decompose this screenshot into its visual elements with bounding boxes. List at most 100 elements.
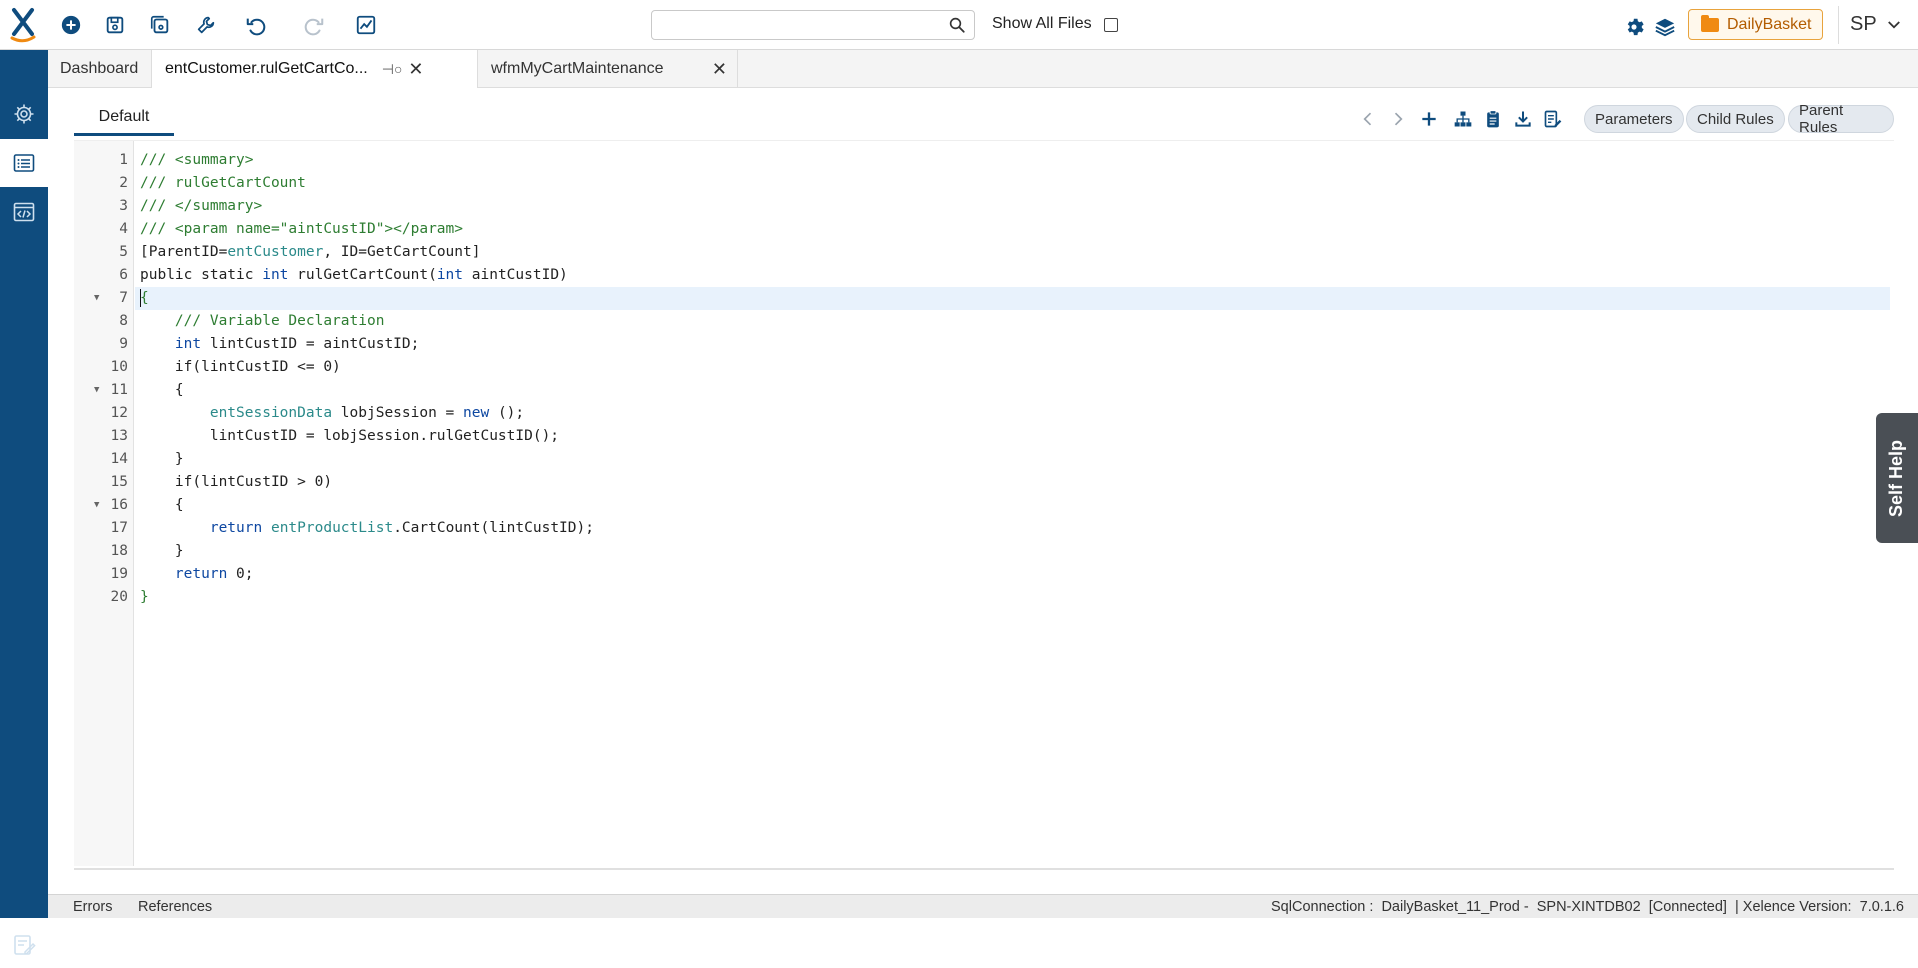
child-rules-button[interactable]: Child Rules [1686,105,1785,133]
code-editor[interactable]: 1 2 3 4 5 6 7 ▼ 8 9 10 11 ▼ 12 13 14 15 16 ▼ 17 18 19 20 /// <… [74,140,1894,866]
line-number: 6 [119,267,128,283]
tab-label: entCustomer.rulGetCartCo... [165,60,368,77]
sidebar-explorer[interactable] [0,139,48,187]
chevron-down-icon [1887,20,1900,29]
search-icon[interactable] [948,16,966,34]
line-number-gutter: 1 2 3 4 5 6 7 ▼ 8 9 10 11 ▼ 12 13 14 15 16 ▼ 17 18 19 20 [74,141,134,866]
code-line: if(lintCustID > 0) [140,474,333,490]
parameters-button[interactable]: Parameters [1584,105,1684,133]
line-number: 1 [119,152,128,168]
code-line: /// </summary> [140,198,263,214]
undo-icon[interactable] [242,11,270,39]
code-line: return entProductList.CartCount(lintCust… [209,520,594,536]
text-cursor [140,289,141,307]
line-number: 17 [110,520,128,536]
line-number: 13 [110,428,128,444]
save-icon[interactable] [101,11,129,39]
hierarchy-icon[interactable] [1452,108,1474,130]
errors-tab[interactable]: Errors [73,899,112,915]
left-sidebar [0,50,48,955]
tab-wfm-mycart[interactable]: wfmMyCartMaintenance ✕ [478,50,738,88]
save-all-icon[interactable] [146,11,174,39]
line-number: 12 [110,405,128,421]
code-line: { [140,497,184,513]
line-number: 15 [110,474,128,490]
references-tab[interactable]: References [138,899,212,915]
sidebar-code[interactable] [0,188,48,236]
line-number: 20 [110,589,128,605]
clipboard-icon[interactable] [1482,108,1504,130]
tab-label: Dashboard [60,60,139,77]
edit-notes-icon [14,935,36,955]
list-panel-icon [13,154,35,172]
line-number: 5 [119,244,128,260]
close-icon[interactable]: ✕ [408,59,423,80]
folder-icon [1701,14,1719,32]
download-icon[interactable] [1512,108,1534,130]
line-number: 4 [119,221,128,237]
close-icon[interactable]: ✕ [712,59,727,80]
document-tabs: Dashboard entCustomer.rulGetCartCo... ⊣○… [48,50,1918,88]
sidebar-settings[interactable] [0,90,48,138]
add-icon[interactable] [1418,108,1440,130]
fold-arrow-icon[interactable]: ▼ [94,494,104,517]
code-line: } [140,543,184,559]
wrench-icon[interactable] [192,11,220,39]
code-line: /// <summary> [140,152,254,168]
code-line: if(lintCustID <= 0) [140,359,341,375]
code-line: lintCustID = lobjSession.rulGetCustID(); [140,428,560,444]
sidebar-notes[interactable] [0,922,48,968]
line-number: 19 [110,566,128,582]
dashboard-chart-icon[interactable] [352,11,380,39]
code-line: { [140,382,184,398]
divider [1838,6,1839,44]
code-line: public static int rulGetCartCount(int ai… [140,267,568,283]
project-name: DailyBasket [1727,15,1812,33]
line-number: 14 [110,451,128,467]
code-line: int lintCustID = aintCustID; [174,336,420,352]
user-initials: SP [1850,13,1877,35]
code-line: } [140,451,184,467]
code-line: return 0; [174,566,254,582]
code-line: entSessionData lobjSession = new (); [209,405,525,421]
layers-icon[interactable] [1651,13,1679,41]
top-toolbar: Show All Files DailyBasket SP [0,0,1918,50]
user-menu[interactable]: SP [1850,13,1903,36]
settings-gear-icon[interactable] [1620,13,1648,41]
settings-outline-icon [14,104,34,124]
show-all-files-label: Show All Files [992,15,1092,32]
self-help-tab[interactable]: Self Help [1876,413,1918,543]
rule-editor-panel: Default Parameters Child Rules Parent Ru… [74,100,1894,870]
self-help-label: Self Help [1886,439,1907,517]
status-bar: Errors References SqlConnection : DailyB… [48,894,1918,918]
current-line-highlight [135,287,1890,310]
pin-icon[interactable]: ⊣○ [382,61,403,78]
chevron-right-icon[interactable] [1387,108,1409,130]
tab-ent-customer[interactable]: entCustomer.rulGetCartCo... ⊣○ ✕ [152,50,478,88]
code-window-icon [13,202,35,222]
subtab-default[interactable]: Default [74,104,174,136]
document-edit-icon[interactable] [1542,108,1564,130]
search-box[interactable] [651,10,975,40]
code-line: /// Variable Declaration [140,313,385,329]
redo-icon[interactable] [300,11,328,39]
add-new-icon[interactable] [57,11,85,39]
show-all-files-checkbox[interactable] [1104,18,1118,32]
line-number: 9 [119,336,128,352]
search-input[interactable] [660,11,940,39]
parent-rules-button[interactable]: Parent Rules [1788,102,1894,136]
code-line: { [140,290,149,306]
project-selector-button[interactable]: DailyBasket [1688,9,1823,40]
code-line: /// rulGetCartCount [140,175,306,191]
line-number: 10 [110,359,128,375]
app-logo[interactable] [8,4,38,44]
fold-arrow-icon[interactable]: ▼ [94,379,104,402]
chevron-left-icon[interactable] [1357,108,1379,130]
fold-arrow-icon[interactable]: ▼ [94,287,104,310]
code-line: /// <param name="aintCustID"></param> [140,221,464,237]
tab-dashboard[interactable]: Dashboard [48,50,152,88]
line-number: 2 [119,175,128,191]
line-number: 18 [110,543,128,559]
code-line: [ParentID=entCustomer, ID=GetCartCount] [140,244,481,260]
connection-status: SqlConnection : DailyBasket_11_Prod - SP… [1271,899,1904,915]
